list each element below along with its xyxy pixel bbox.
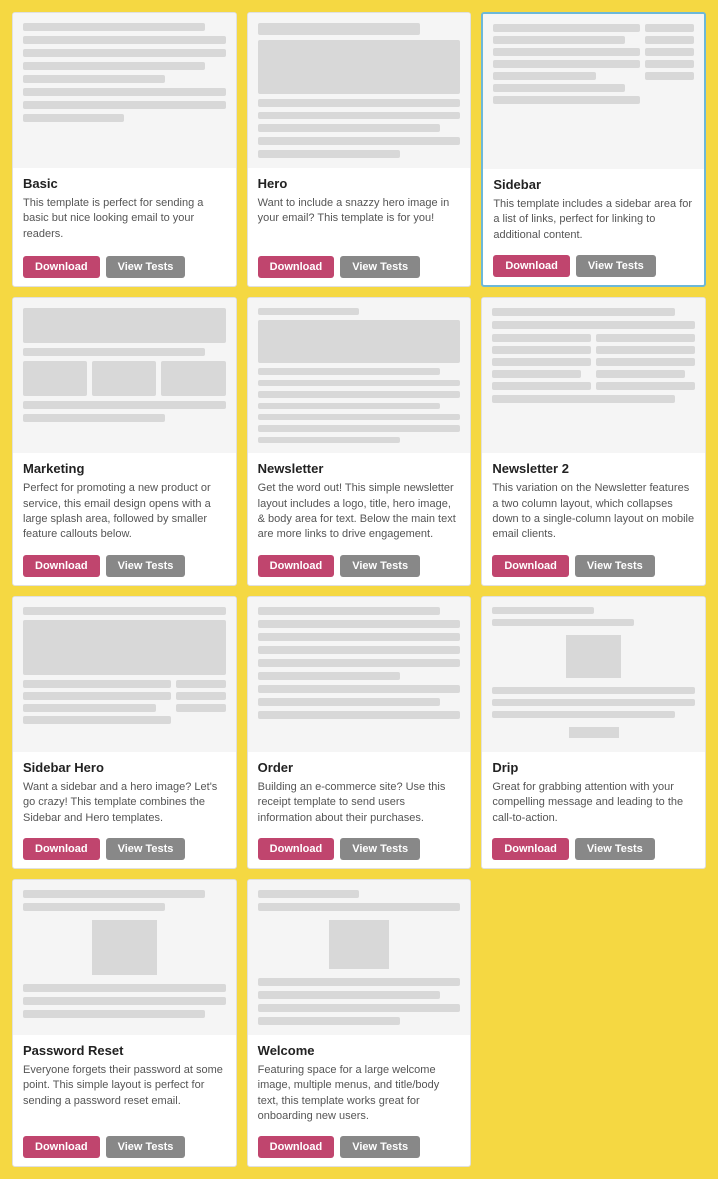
preview-password-reset	[13, 880, 236, 1035]
card-basic: Basic This template is perfect for sendin…	[12, 12, 237, 287]
actions-drip: Download View Tests	[492, 838, 695, 860]
desc-sidebar-hero: Want a sidebar and a hero image? Let's g…	[23, 780, 226, 826]
info-sidebar-hero: Sidebar Hero Want a sidebar and a hero im…	[13, 752, 236, 868]
download-button-hero[interactable]: Download	[258, 256, 335, 278]
info-basic: Basic This template is perfect for sendin…	[13, 168, 236, 286]
download-button-newsletter[interactable]: Download	[258, 555, 335, 577]
card-marketing: Marketing Perfect for promoting a new pro…	[12, 297, 237, 586]
desc-sidebar: This template includes a sidebar area fo…	[493, 197, 694, 243]
actions-sidebar-hero: Download View Tests	[23, 838, 226, 860]
view-tests-button-sidebar[interactable]: View Tests	[576, 255, 656, 277]
actions-order: DownloadView Tests	[258, 838, 461, 860]
title-hero: Hero	[258, 176, 461, 191]
info-password-reset: Password Reset Everyone forgets their pas…	[13, 1035, 236, 1167]
title-order: Order	[258, 760, 461, 775]
actions-password-reset: Download View Tests	[23, 1136, 226, 1158]
download-button-marketing[interactable]: Download	[23, 555, 100, 577]
card-welcome: Welcome Featuring space for a large welco…	[247, 879, 472, 1168]
view-tests-button-password-reset[interactable]: View Tests	[106, 1136, 186, 1158]
desc-password-reset: Everyone forgets their password at some …	[23, 1063, 226, 1125]
title-password-reset: Password Reset	[23, 1043, 226, 1058]
actions-welcome: DownloadView Tests	[258, 1136, 461, 1158]
preview-newsletter	[248, 298, 471, 453]
info-sidebar: Sidebar This template includes a sidebar …	[483, 169, 704, 285]
info-hero: Hero Want to include a snazzy hero image …	[248, 168, 471, 286]
download-button-password-reset[interactable]: Download	[23, 1136, 100, 1158]
info-welcome: Welcome Featuring space for a large welco…	[248, 1035, 471, 1167]
title-marketing: Marketing	[23, 461, 226, 476]
view-tests-button-newsletter[interactable]: View Tests	[340, 555, 420, 577]
download-button-sidebar-hero[interactable]: Download	[23, 838, 100, 860]
preview-hero	[248, 13, 471, 168]
card-order: Order Building an e-commerce site? Use th…	[247, 596, 472, 869]
preview-sidebar-hero	[13, 597, 236, 752]
info-marketing: Marketing Perfect for promoting a new pro…	[13, 453, 236, 585]
title-welcome: Welcome	[258, 1043, 461, 1058]
view-tests-button-order[interactable]: View Tests	[340, 838, 420, 860]
title-newsletter2: Newsletter 2	[492, 461, 695, 476]
preview-newsletter2	[482, 298, 705, 453]
view-tests-button-drip[interactable]: View Tests	[575, 838, 655, 860]
actions-sidebar: Download View Tests	[493, 255, 694, 277]
preview-marketing	[13, 298, 236, 453]
preview-order	[248, 597, 471, 752]
actions-marketing: Download View Tests	[23, 555, 226, 577]
card-sidebar-hero: Sidebar Hero Want a sidebar and a hero im…	[12, 596, 237, 869]
desc-newsletter2: This variation on the Newsletter feature…	[492, 481, 695, 543]
desc-order: Building an e-commerce site? Use this re…	[258, 780, 461, 826]
card-newsletter: Newsletter Get the word out! This simple …	[247, 297, 472, 586]
info-order: Order Building an e-commerce site? Use th…	[248, 752, 471, 868]
view-tests-button-marketing[interactable]: View Tests	[106, 555, 186, 577]
title-sidebar-hero: Sidebar Hero	[23, 760, 226, 775]
download-button-basic[interactable]: Download	[23, 256, 100, 278]
info-newsletter2: Newsletter 2 This variation on the Newsle…	[482, 453, 705, 585]
card-password-reset: Password Reset Everyone forgets their pas…	[12, 879, 237, 1168]
preview-sidebar	[483, 14, 704, 169]
download-button-newsletter2[interactable]: Download	[492, 555, 569, 577]
desc-basic: This template is perfect for sending a b…	[23, 196, 226, 244]
view-tests-button-welcome[interactable]: View Tests	[340, 1136, 420, 1158]
template-grid: Basic This template is perfect for sendin…	[12, 12, 706, 1167]
preview-drip	[482, 597, 705, 752]
actions-newsletter: DownloadView Tests	[258, 555, 461, 577]
desc-drip: Great for grabbing attention with your c…	[492, 780, 695, 826]
card-hero: Hero Want to include a snazzy hero image …	[247, 12, 472, 287]
actions-newsletter2: Download View Tests	[492, 555, 695, 577]
preview-basic	[13, 13, 236, 168]
desc-marketing: Perfect for promoting a new product or s…	[23, 481, 226, 543]
view-tests-button-hero[interactable]: View Tests	[340, 256, 420, 278]
preview-welcome	[248, 880, 471, 1035]
download-button-welcome[interactable]: Download	[258, 1136, 335, 1158]
view-tests-button-newsletter2[interactable]: View Tests	[575, 555, 655, 577]
actions-basic: Download View Tests	[23, 256, 226, 278]
download-button-drip[interactable]: Download	[492, 838, 569, 860]
download-button-order[interactable]: Download	[258, 838, 335, 860]
view-tests-button-basic[interactable]: View Tests	[106, 256, 186, 278]
download-button-sidebar[interactable]: Download	[493, 255, 570, 277]
title-newsletter: Newsletter	[258, 461, 461, 476]
title-drip: Drip	[492, 760, 695, 775]
desc-newsletter: Get the word out! This simple newsletter…	[258, 481, 461, 543]
title-sidebar: Sidebar	[493, 177, 694, 192]
info-newsletter: Newsletter Get the word out! This simple …	[248, 453, 471, 585]
card-newsletter2: Newsletter 2 This variation on the Newsle…	[481, 297, 706, 586]
title-basic: Basic	[23, 176, 226, 191]
desc-welcome: Featuring space for a large welcome imag…	[258, 1063, 461, 1125]
info-drip: Drip Great for grabbing attention with yo…	[482, 752, 705, 868]
card-sidebar: Sidebar This template includes a sidebar …	[481, 12, 706, 287]
actions-hero: DownloadView Tests	[258, 256, 461, 278]
card-drip: Drip Great for grabbing attention with yo…	[481, 596, 706, 869]
desc-hero: Want to include a snazzy hero image in y…	[258, 196, 461, 244]
view-tests-button-sidebar-hero[interactable]: View Tests	[106, 838, 186, 860]
